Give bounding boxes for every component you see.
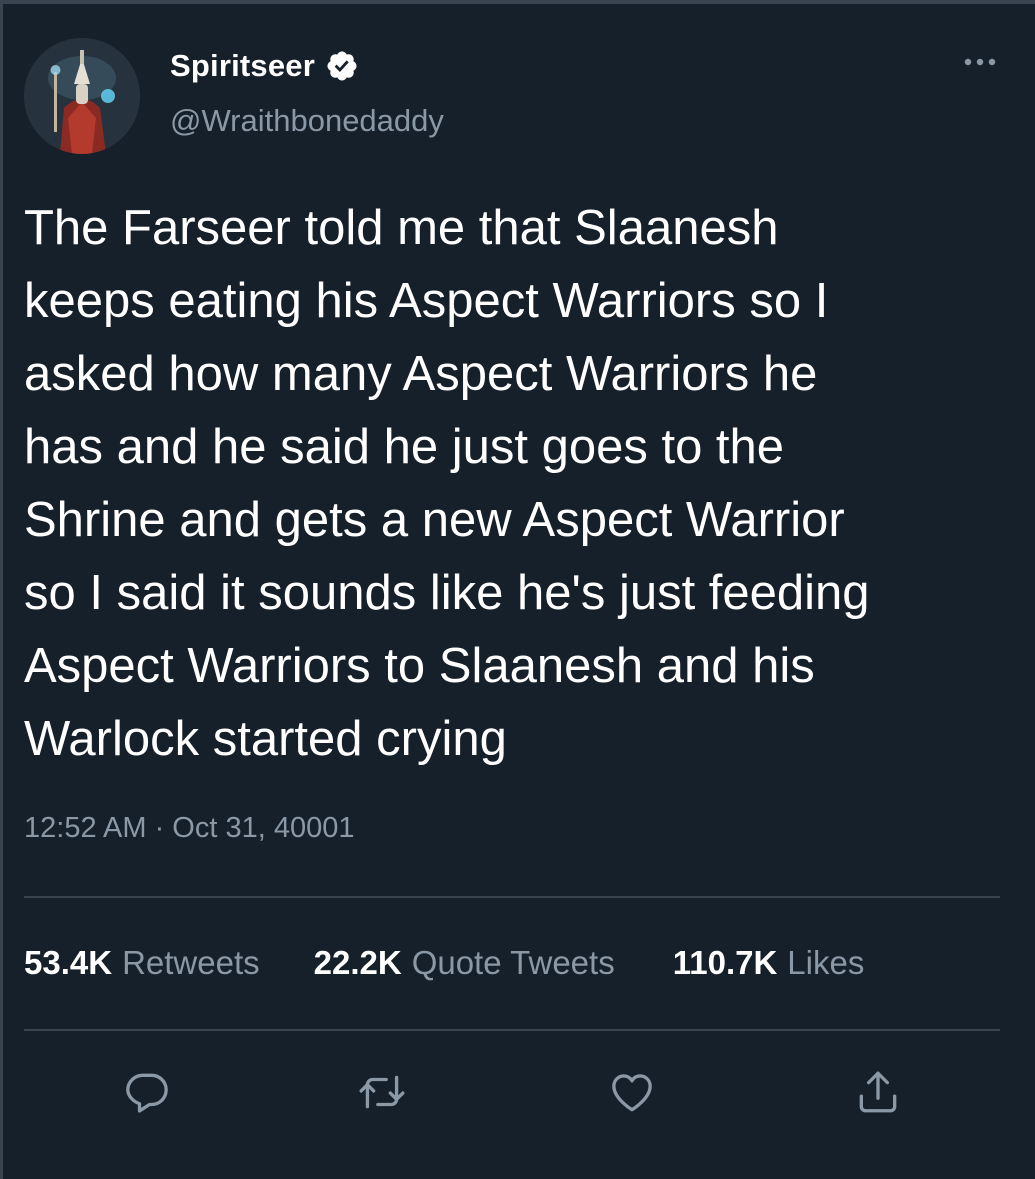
quote-tweets-stat[interactable]: 22.2K Quote Tweets xyxy=(314,944,615,982)
verified-badge-icon xyxy=(327,51,357,81)
divider xyxy=(24,896,1000,898)
retweets-label: Retweets xyxy=(122,944,260,981)
retweets-stat[interactable]: 53.4K Retweets xyxy=(24,944,260,982)
more-options-icon xyxy=(964,58,996,66)
tweet-text-line: has and he said he just goes to the xyxy=(24,420,785,474)
heart-icon xyxy=(612,1074,652,1112)
likes-label: Likes xyxy=(787,944,865,981)
engagement-stats: 53.4K Retweets 22.2K Quote Tweets 110.7K… xyxy=(24,944,864,982)
avatar[interactable] xyxy=(24,38,140,154)
divider xyxy=(24,1029,1000,1031)
action-bar xyxy=(0,1062,1035,1122)
more-options-button[interactable] xyxy=(958,42,1002,82)
reply-icon xyxy=(126,1073,168,1113)
share-button[interactable] xyxy=(848,1062,908,1122)
author-name-row[interactable]: Spiritseer xyxy=(170,48,359,84)
share-icon xyxy=(859,1071,897,1113)
quote-tweets-label: Quote Tweets xyxy=(411,944,615,981)
retweet-icon xyxy=(359,1075,405,1109)
retweets-count: 53.4K xyxy=(24,944,113,981)
author-handle[interactable]: @Wraithbonedaddy xyxy=(170,103,444,139)
tweet-text-line: Aspect Warriors to Slaanesh and his xyxy=(24,639,815,693)
likes-count: 110.7K xyxy=(672,944,778,981)
tweet-text-line: Shrine and gets a new Aspect Warrior xyxy=(24,493,845,547)
avatar-image xyxy=(24,38,140,154)
tweet-text-line: The Farseer told me that Slaanesh xyxy=(24,201,779,255)
likes-stat[interactable]: 110.7K Likes xyxy=(673,944,865,982)
tweet-text-line: so I said it sounds like he's just feedi… xyxy=(24,566,870,620)
tweet-text: The Farseer told me that Slaanesh keeps e… xyxy=(24,192,1004,776)
retweet-button[interactable] xyxy=(352,1062,412,1122)
author-name[interactable]: Spiritseer xyxy=(170,48,315,84)
tweet-text-line: Warlock started crying xyxy=(24,712,507,766)
like-button[interactable] xyxy=(602,1062,662,1122)
tweet-timestamp[interactable]: 12:52 AM · Oct 31, 40001 xyxy=(24,812,354,845)
quote-tweets-count: 22.2K xyxy=(313,944,402,981)
tweet-text-line: asked how many Aspect Warriors he xyxy=(24,347,818,401)
reply-button[interactable] xyxy=(117,1062,177,1122)
tweet-text-line: keeps eating his Aspect Warriors so I xyxy=(24,274,829,328)
